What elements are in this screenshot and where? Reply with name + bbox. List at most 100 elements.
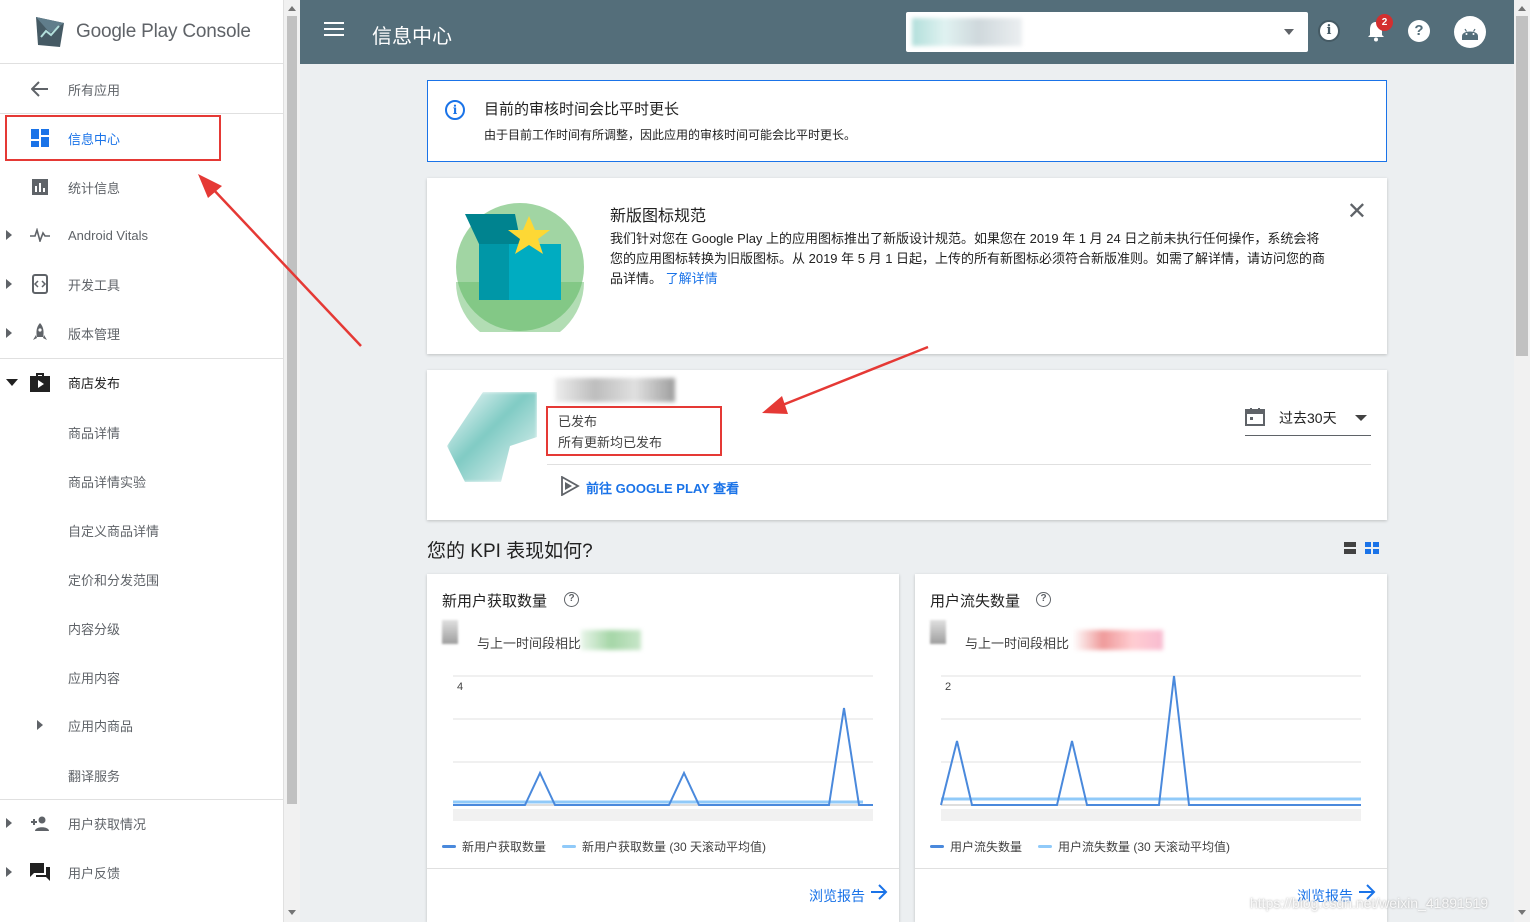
- page-title: 信息中心: [372, 26, 452, 48]
- arrow-forward-icon[interactable]: [869, 882, 889, 902]
- sidebar-divider: [0, 358, 283, 359]
- trend-icon-redacted: [442, 620, 458, 644]
- legend-swatch: [562, 845, 577, 848]
- expand-caret-icon[interactable]: [6, 818, 12, 828]
- help-icon[interactable]: ?: [1036, 592, 1051, 607]
- sidebar-item-pricing-distribution[interactable]: 定价和分发范围: [0, 557, 283, 601]
- scroll-up-icon[interactable]: [1518, 6, 1526, 11]
- kpi-chart: 2: [940, 675, 1361, 821]
- sidebar-item-store-presence[interactable]: 商店发布: [0, 360, 283, 404]
- kpi-card-new-users: 新用户获取数量 ? 与上一时间段相比 4 新用户获取数量 新用户获取数量 (30…: [427, 574, 899, 922]
- sidebar-item-user-feedback[interactable]: 用户反馈: [0, 850, 283, 894]
- sidebar-item-label: 用户反馈: [68, 865, 121, 881]
- sidebar: Google Play Console 所有应用 信息中心 统计信息 Andro…: [0, 0, 284, 922]
- expand-caret-icon[interactable]: [6, 279, 12, 289]
- vitals-icon: [30, 225, 50, 245]
- expand-caret-icon[interactable]: [6, 867, 12, 877]
- page-scroll-thumb[interactable]: [1516, 16, 1528, 356]
- sidebar-item-label: 统计信息: [68, 180, 121, 196]
- chevron-down-icon: [1355, 415, 1367, 421]
- brand-logo[interactable]: Google Play Console: [0, 0, 283, 64]
- play-console-logo-icon: [36, 16, 64, 47]
- browse-report-link[interactable]: 浏览报告: [809, 886, 865, 906]
- scroll-down-icon[interactable]: [288, 910, 296, 915]
- sidebar-item-dev-tools[interactable]: 开发工具: [0, 262, 283, 306]
- sidebar-item-label: 定价和分发范围: [68, 572, 160, 588]
- arrow-back-icon: [30, 79, 50, 99]
- expand-caret-icon[interactable]: [37, 720, 43, 730]
- scroll-up-icon[interactable]: [288, 6, 296, 11]
- help-icon[interactable]: ?: [564, 592, 579, 607]
- sidebar-item-label: 版本管理: [68, 326, 121, 342]
- scroll-down-icon[interactable]: [1518, 910, 1526, 915]
- sidebar-item-label: 用户获取情况: [68, 816, 147, 832]
- grid-view-icon: [1365, 542, 1379, 554]
- sidebar-item-label: 商品详情: [68, 425, 121, 441]
- expand-caret-icon[interactable]: [6, 230, 12, 240]
- sidebar-item-label: 应用内容: [68, 670, 121, 686]
- x-axis-labels-redacted: [453, 809, 873, 821]
- feedback-icon: [30, 862, 50, 882]
- sidebar-scroll-thumb[interactable]: [287, 16, 297, 804]
- view-on-google-play-link[interactable]: 前往 GOOGLE PLAY 查看: [560, 478, 739, 497]
- sidebar-item-translation-services[interactable]: 翻译服务: [0, 753, 283, 797]
- sidebar-item-all-apps[interactable]: 所有应用: [0, 67, 283, 111]
- date-range-select[interactable]: 过去30天: [1245, 406, 1371, 436]
- chart-legend: 用户流失数量 用户流失数量 (30 天滚动平均值): [930, 838, 1246, 855]
- legend-label: 新用户获取数量 (30 天滚动平均值): [582, 840, 767, 854]
- notification-badge: 2: [1376, 14, 1393, 31]
- icon-guidelines-body: 我们针对您在 Google Play 上的应用图标推出了新版设计规范。如果您在 …: [610, 229, 1330, 289]
- legend-swatch: [1038, 845, 1053, 848]
- sidebar-item-user-acquisition[interactable]: 用户获取情况: [0, 801, 283, 845]
- divider: [915, 868, 1387, 869]
- sidebar-item-label: 开发工具: [68, 277, 121, 293]
- sidebar-item-label: 内容分级: [68, 621, 121, 637]
- x-axis-labels-redacted: [941, 809, 1361, 821]
- sidebar-divider: [0, 799, 283, 800]
- sidebar-item-statistics[interactable]: 统计信息: [0, 165, 283, 209]
- sidebar-item-store-listing[interactable]: 商品详情: [0, 410, 283, 454]
- expand-caret-icon[interactable]: [6, 328, 12, 338]
- sidebar-item-listing-experiments[interactable]: 商品详情实验: [0, 459, 283, 503]
- view-toggle[interactable]: [1342, 540, 1382, 556]
- close-icon[interactable]: ✕: [1347, 200, 1367, 224]
- android-avatar-icon[interactable]: [1454, 16, 1486, 48]
- sidebar-item-label: Android Vitals: [68, 227, 148, 243]
- legend-label: 用户流失数量 (30 天滚动平均值): [1058, 840, 1231, 854]
- kpi-compare-label: 与上一时间段相比: [477, 636, 582, 651]
- compare-value-redacted: [1073, 630, 1163, 650]
- info-icon: i: [445, 100, 465, 120]
- rocket-icon: [30, 323, 50, 343]
- sidebar-item-label: 商品详情实验: [68, 474, 147, 490]
- annotation-box-status: [546, 406, 722, 456]
- acquisition-icon: [30, 813, 50, 833]
- icon-guidelines-title: 新版图标规范: [610, 208, 707, 225]
- sidebar-item-release-management[interactable]: 版本管理: [0, 311, 283, 355]
- bar-chart-icon: [30, 177, 50, 197]
- app-selector[interactable]: [906, 12, 1308, 52]
- sidebar-item-in-app-products[interactable]: 应用内商品: [0, 703, 283, 747]
- sidebar-item-android-vitals[interactable]: Android Vitals: [0, 213, 283, 257]
- sidebar-item-app-content[interactable]: 应用内容: [0, 655, 283, 699]
- icon-guidelines-card: 新版图标规范 我们针对您在 Google Play 上的应用图标推出了新版设计规…: [427, 178, 1387, 354]
- page-scrollbar[interactable]: [1514, 0, 1530, 922]
- collapse-caret-icon[interactable]: [6, 378, 18, 386]
- sidebar-scrollbar[interactable]: [284, 0, 300, 922]
- learn-more-link[interactable]: 了解详情: [666, 271, 718, 286]
- help-icon[interactable]: ?: [1408, 20, 1430, 42]
- info-icon[interactable]: i: [1318, 20, 1340, 42]
- divider: [547, 464, 1371, 465]
- list-view-icon: [1344, 542, 1356, 554]
- y-tick-label: 4: [457, 681, 463, 693]
- menu-icon[interactable]: [324, 22, 344, 36]
- sidebar-item-label: 所有应用: [68, 82, 121, 98]
- sidebar-item-label: 翻译服务: [68, 768, 121, 784]
- brand-name-b: Console: [182, 20, 251, 42]
- chevron-down-icon: [1284, 29, 1294, 35]
- kpi-card-user-loss: 用户流失数量 ? 与上一时间段相比 2 用户流失数量 用户流失数量 (30 天滚…: [915, 574, 1387, 922]
- sidebar-item-content-rating[interactable]: 内容分级: [0, 606, 283, 650]
- dev-tools-icon: [30, 274, 50, 294]
- sidebar-item-label: 商店发布: [68, 375, 121, 391]
- sidebar-item-custom-listings[interactable]: 自定义商品详情: [0, 508, 283, 552]
- series-daily: [453, 707, 873, 806]
